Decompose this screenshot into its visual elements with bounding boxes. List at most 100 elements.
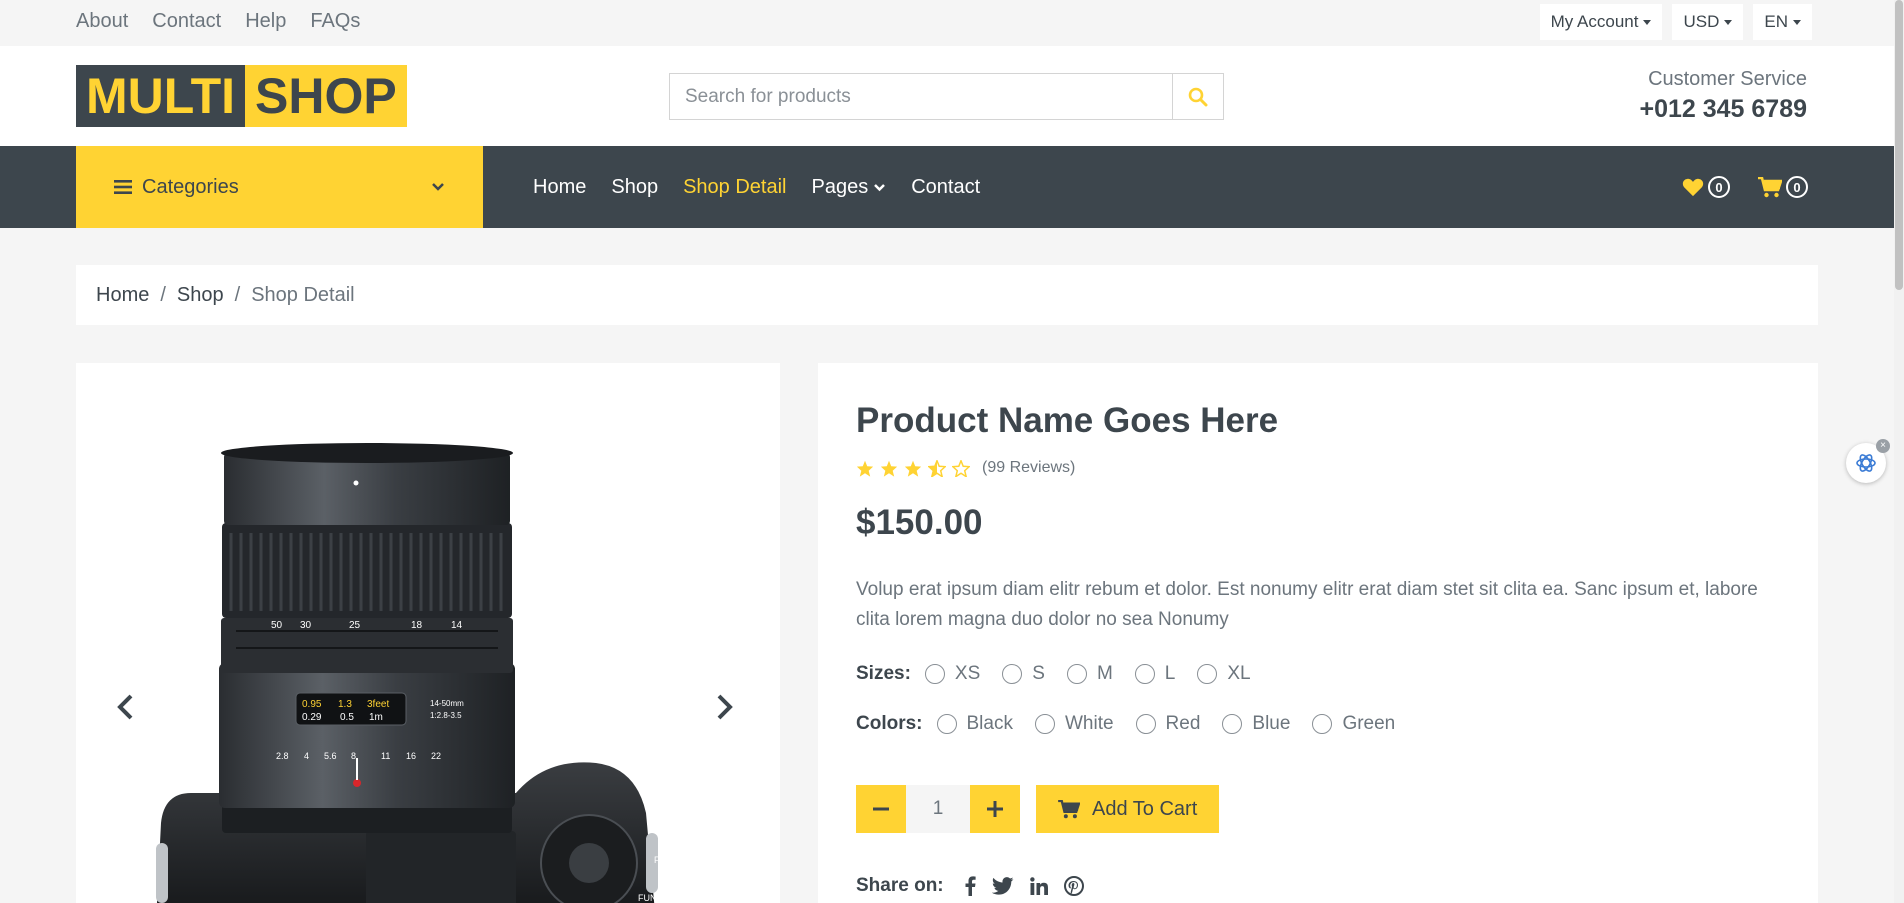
carousel-next-button[interactable] [716,693,734,726]
breadcrumb-home[interactable]: Home [96,284,149,307]
floating-assistant-button[interactable]: × [1846,439,1890,483]
cart-count-badge: 0 [1786,176,1808,198]
scrollbar-thumb[interactable] [1895,0,1903,290]
currency-dropdown[interactable]: USD [1672,4,1744,40]
color-option-red[interactable]: Red [1135,713,1201,735]
camera-marking-0-29: 0.29 [302,712,322,723]
size-option-label: S [1032,663,1045,684]
caret-down-icon [1724,19,1733,25]
radio-circle[interactable] [1312,714,1333,734]
linkedin-icon[interactable] [1029,877,1048,895]
search-input[interactable] [670,74,1172,119]
radio-circle[interactable] [1002,664,1023,684]
top-link-contact[interactable]: Contact [152,10,221,33]
size-option-label: M [1096,663,1113,684]
camera-marking-f2-8: 2.8 [276,751,289,761]
wishlist-button[interactable]: 0 [1682,176,1730,198]
language-dropdown[interactable]: EN [1753,4,1812,40]
radio-circle[interactable] [924,664,945,684]
breadcrumb-separator: / [160,283,166,306]
search-button[interactable] [1172,74,1223,119]
nav-link-shop-detail[interactable]: Shop Detail [683,176,786,199]
sizes-label: Sizes: [856,663,911,684]
categories-toggle[interactable]: Categories [76,146,483,228]
pinterest-icon[interactable] [1063,876,1084,896]
star-half-icon [928,459,946,477]
color-option-label: Red [1165,713,1201,734]
camera-marking-f8: 8 [351,751,356,761]
logo-part-multi: MULTI [76,65,246,127]
color-option-green[interactable]: Green [1312,713,1395,735]
quantity-input[interactable]: 1 [906,785,970,833]
reviews-count[interactable]: (99 Reviews) [982,459,1075,477]
camera-marking-14-50mm: 14-50mm [430,699,464,708]
camera-marking-func2: FUNC.2 [638,893,671,903]
assistant-icon [1856,454,1876,472]
facebook-icon[interactable] [964,876,976,896]
nav-link-shop[interactable]: Shop [611,176,658,199]
radio-circle[interactable] [936,714,957,734]
radio-circle[interactable] [1135,714,1156,734]
customer-service-phone: +012 345 6789 [1639,95,1807,123]
top-link-help[interactable]: Help [245,10,286,33]
size-option-xl[interactable]: XL [1197,663,1251,685]
nav-link-home[interactable]: Home [533,176,586,199]
page-scrollbar[interactable] [1894,0,1904,903]
camera-marking-aperture-range: 1:2.8-3.5 [430,711,462,720]
cart-button[interactable]: 0 [1758,176,1808,198]
camera-marking-0-95: 0.95 [302,699,322,710]
radio-circle[interactable] [1197,664,1218,684]
breadcrumb-shop[interactable]: Shop [177,284,224,307]
color-option-black[interactable]: Black [936,713,1013,735]
wishlist-count-badge: 0 [1708,176,1730,198]
quantity-increase-button[interactable] [970,785,1020,833]
size-option-label: XS [954,663,981,684]
site-header: MULTI SHOP Customer Service +012 345 678… [0,46,1894,146]
size-option-m[interactable]: M [1066,663,1113,685]
camera-marking-1-3: 1.3 [338,699,352,710]
site-logo[interactable]: MULTI SHOP [76,65,407,127]
camera-marking-1m: 1m [369,712,383,723]
radio-circle[interactable] [1034,714,1055,734]
nav-link-pages[interactable]: Pages [811,176,886,199]
product-rating: (99 Reviews) [856,459,1075,477]
size-option-label: L [1164,663,1176,684]
add-to-cart-button[interactable]: Add To Cart [1036,785,1220,833]
color-option-blue[interactable]: Blue [1222,713,1290,735]
chevron-down-icon [874,183,886,191]
camera-marking-14: 14 [451,620,463,631]
size-option-s[interactable]: S [1002,663,1045,685]
camera-marking-f5-6: 5.6 [324,751,337,761]
heart-icon [1682,178,1704,197]
top-dropdowns: My Account USD EN [1539,4,1812,40]
carousel-prev-button[interactable] [116,693,134,726]
quantity-decrease-button[interactable] [856,785,906,833]
search-icon [1188,87,1208,106]
radio-circle[interactable] [1134,664,1155,684]
logo-part-shop: SHOP [245,65,407,127]
radio-circle[interactable] [1066,664,1087,684]
camera-marking-50: 50 [271,620,283,631]
categories-button: Categories [114,176,239,199]
top-link-faqs[interactable]: FAQs [310,10,360,33]
currency-label: USD [1683,12,1720,31]
minus-icon [873,807,889,811]
size-option-label: XL [1227,663,1251,684]
twitter-icon[interactable] [991,877,1014,895]
close-icon[interactable]: × [1876,439,1890,453]
color-option-white[interactable]: White [1034,713,1114,735]
colors-label: Colors: [856,713,923,734]
size-option-l[interactable]: L [1134,663,1176,685]
top-link-about[interactable]: About [76,10,128,33]
size-option-xs[interactable]: XS [924,663,981,685]
radio-circle[interactable] [1222,714,1243,734]
nav-icons: 0 0 [1682,146,1808,228]
my-account-dropdown[interactable]: My Account [1539,4,1663,40]
camera-marking-f4: 4 [304,751,309,761]
share-label: Share on: [856,875,944,896]
product-description: Volup erat ipsum diam elitr rebum et dol… [856,579,1758,630]
cart-icon [1758,176,1782,197]
nav-link-contact[interactable]: Contact [911,176,980,199]
top-links: About Contact Help FAQs [76,10,384,33]
top-bar: About Contact Help FAQs My Account USD E… [0,0,1894,46]
